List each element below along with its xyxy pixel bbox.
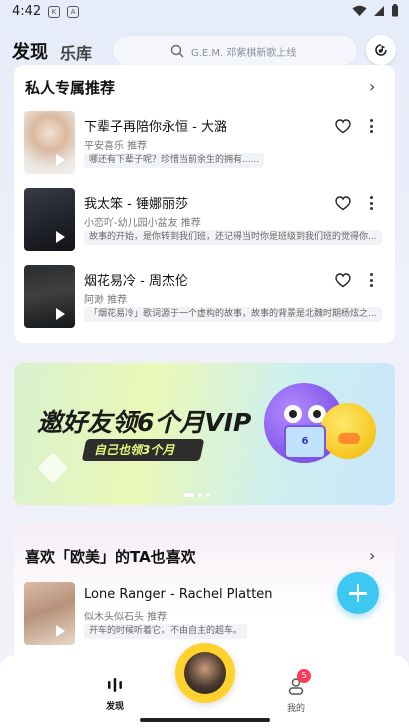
nav-me-label: 我的 bbox=[286, 704, 305, 714]
album-cover[interactable] bbox=[24, 582, 75, 645]
song-recommender: 小恋吖-幼儿园小盆友 推荐 bbox=[84, 218, 201, 229]
nav-me[interactable]: 我的 bbox=[272, 677, 320, 714]
add-button[interactable] bbox=[337, 572, 379, 614]
battery-icon bbox=[392, 4, 398, 17]
vip-ticket: 6 bbox=[284, 425, 326, 459]
recognize-button[interactable] bbox=[366, 35, 396, 65]
album-cover[interactable] bbox=[24, 111, 75, 174]
diamond-icon bbox=[37, 452, 69, 484]
chevron-right-icon[interactable]: › bbox=[369, 546, 375, 565]
status-k-icon: K bbox=[48, 6, 60, 18]
mascot-duck bbox=[320, 403, 376, 459]
home-indicator[interactable] bbox=[140, 718, 270, 722]
personal-recommend-card: 私人专属推荐 › 下辈子再陪你永恒 - 大潞 平安喜乐 推荐 哪还有下辈子呢？珍… bbox=[14, 65, 395, 343]
sound-wave-icon bbox=[108, 678, 122, 692]
music-recognize-icon bbox=[375, 44, 387, 56]
nav-discover[interactable]: 发现 bbox=[91, 677, 139, 712]
song-row[interactable]: 下辈子再陪你永恒 - 大潞 平安喜乐 推荐 哪还有下辈子呢？珍惜当前余生的拥有.… bbox=[14, 111, 395, 175]
album-cover[interactable] bbox=[24, 265, 75, 328]
song-desc: 哪还有下辈子呢？珍惜当前余生的拥有...... bbox=[84, 153, 265, 168]
heart-icon[interactable] bbox=[335, 273, 351, 288]
now-playing-cover bbox=[184, 652, 226, 694]
search-icon bbox=[170, 44, 184, 58]
song-title: Lone Ranger - Rachel Platten bbox=[84, 587, 273, 602]
wifi-icon bbox=[352, 5, 367, 16]
nav-discover-label: 发现 bbox=[105, 702, 124, 712]
chevron-right-icon[interactable]: › bbox=[369, 77, 375, 96]
song-row[interactable]: 烟花易冷 - 周杰伦 阿渺 推荐 「烟花易冷」歌词源于一个虚构的故事，故事的背景… bbox=[14, 265, 395, 329]
play-icon bbox=[56, 154, 65, 166]
more-icon[interactable] bbox=[370, 119, 374, 133]
heart-icon[interactable] bbox=[335, 119, 351, 134]
play-icon bbox=[56, 308, 65, 320]
song-title: 下辈子再陪你永恒 - 大潞 bbox=[84, 120, 227, 135]
status-right-icons bbox=[352, 4, 399, 17]
song-title: 我太笨 - 锤娜丽莎 bbox=[84, 197, 188, 212]
song-desc: 开车的时候听着它，不由自主的超车。 bbox=[84, 624, 248, 639]
more-icon[interactable] bbox=[370, 196, 374, 210]
tab-library[interactable]: 乐库 bbox=[60, 40, 92, 64]
song-desc: 故事的开始，是你转到我们班，还记得当时你是班级到我们班的觉得你... bbox=[84, 230, 382, 245]
banner-pagination bbox=[184, 493, 210, 497]
song-row[interactable]: 我太笨 - 锤娜丽莎 小恋吖-幼儿园小盆友 推荐 故事的开始，是你转到我们班，还… bbox=[14, 188, 395, 252]
signal-icon bbox=[374, 5, 384, 16]
now-playing-disc[interactable] bbox=[175, 643, 235, 703]
song-recommender: 阿渺 推荐 bbox=[84, 295, 128, 306]
section-title: 喜欢「欧美」的TA也喜欢 bbox=[25, 548, 196, 566]
tab-discover[interactable]: 发现 bbox=[12, 38, 48, 64]
song-recommender: 平安喜乐 推荐 bbox=[84, 141, 148, 152]
notification-badge: 5 bbox=[297, 669, 311, 683]
song-recommender: 似木头似石头 推荐 bbox=[84, 612, 168, 623]
vip-invite-banner[interactable]: 邀好友领6个月VIP 自己也领3个月 6 bbox=[14, 363, 395, 505]
album-cover[interactable] bbox=[24, 188, 75, 251]
banner-main-text: 邀好友领6个月VIP bbox=[37, 408, 252, 437]
heart-icon[interactable] bbox=[335, 196, 351, 211]
play-icon bbox=[56, 625, 65, 637]
search-input[interactable]: G.E.M. 邓紫棋新歌上线 bbox=[112, 35, 358, 66]
search-placeholder: G.E.M. 邓紫棋新歌上线 bbox=[191, 48, 297, 59]
play-icon bbox=[56, 231, 65, 243]
song-title: 烟花易冷 - 周杰伦 bbox=[84, 274, 188, 289]
status-a-icon: A bbox=[67, 6, 79, 18]
banner-sub-text: 自己也领3个月 bbox=[94, 443, 175, 457]
section-title: 私人专属推荐 bbox=[25, 79, 116, 97]
song-desc: 「烟花易冷」歌词源于一个虚构的故事，故事的背景是北魏时期杨炫之... bbox=[84, 307, 382, 322]
status-bar: 4:42 K A bbox=[0, 0, 409, 24]
status-time: 4:42 bbox=[12, 4, 42, 19]
more-icon[interactable] bbox=[370, 273, 374, 287]
